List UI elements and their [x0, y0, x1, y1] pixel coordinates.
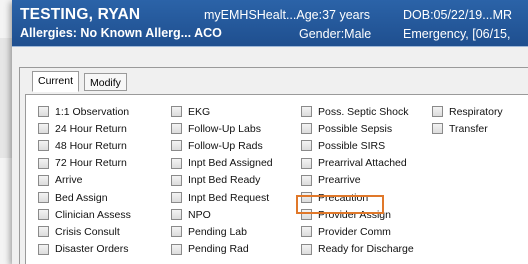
checkbox-label: Transfer: [449, 122, 488, 135]
checkbox-label: NPO: [188, 208, 211, 221]
checkbox-item-ekg[interactable]: EKG: [171, 104, 210, 119]
checkbox[interactable]: [38, 174, 49, 186]
checkbox-item-poss-septic-shock[interactable]: Poss. Septic Shock: [301, 104, 408, 119]
checkbox[interactable]: [171, 157, 182, 169]
checkbox-label: Pending Lab: [188, 225, 247, 238]
checkbox-item-24-hour-return[interactable]: 24 Hour Return: [38, 121, 127, 136]
checkbox-item-npo[interactable]: NPO: [171, 207, 211, 222]
tab-modify[interactable]: Modify: [84, 73, 127, 91]
checkbox-label: EKG: [188, 105, 211, 118]
checkbox[interactable]: [171, 106, 182, 117]
checkbox-item-pending-rad[interactable]: Pending Rad: [171, 242, 249, 257]
allergies-label[interactable]: Allergies: No Known Allerg... ACO: [20, 26, 222, 40]
dob-mrn-label: DOB:05/22/19...MR: [403, 8, 513, 22]
checkbox-item-inpt-bed-ready[interactable]: Inpt Bed Ready: [171, 173, 260, 188]
checkbox-item-disaster-orders[interactable]: Disaster Orders: [38, 242, 129, 257]
checkbox[interactable]: [432, 123, 443, 135]
checkbox[interactable]: [171, 123, 182, 135]
checkbox-item-possible-sirs[interactable]: Possible SIRS: [301, 138, 385, 153]
checkbox[interactable]: [301, 123, 312, 135]
checkbox-label: Follow-Up Rads: [188, 139, 263, 152]
checkbox-label: 1:1 Observation: [55, 105, 130, 118]
checkbox-label: Inpt Bed Request: [188, 191, 270, 204]
checkbox-label: 48 Hour Return: [55, 139, 127, 152]
checkbox-label: Clinician Assess: [55, 208, 131, 221]
checkbox-label: Possible SIRS: [318, 139, 386, 152]
checkbox-label: Ready for Discharge: [318, 243, 414, 256]
checkbox-label: 24 Hour Return: [55, 122, 127, 135]
checkbox-item-72-hour-return[interactable]: 72 Hour Return: [38, 156, 127, 171]
checkbox-label: Disaster Orders: [55, 243, 129, 256]
checkbox-item-transfer[interactable]: Transfer: [432, 121, 488, 136]
checkbox-label: Possible Sepsis: [318, 122, 393, 135]
checkbox[interactable]: [38, 140, 49, 152]
precaution-highlight-box: [296, 195, 384, 214]
tab-current[interactable]: Current: [32, 71, 80, 92]
checkbox-label: Prearrive: [318, 174, 361, 187]
checkbox[interactable]: [171, 209, 182, 221]
gender-label: Gender:Male: [299, 27, 372, 41]
checkbox-label: Arrive: [55, 174, 83, 187]
checkbox-label: Poss. Septic Shock: [318, 105, 409, 118]
checkbox[interactable]: [38, 226, 49, 238]
checkbox-label: 72 Hour Return: [55, 157, 127, 170]
checkbox-item-pending-lab[interactable]: Pending Lab: [171, 224, 247, 239]
checkbox[interactable]: [38, 209, 49, 221]
encounter-label: Emergency, [06/15,: [403, 27, 511, 41]
checkbox-label: Provider Comm: [318, 225, 391, 238]
checkbox-item-arrive[interactable]: Arrive: [38, 173, 82, 188]
checkbox-item-ready-for-discharge[interactable]: Ready for Discharge: [301, 242, 414, 257]
checkbox-label: Crisis Consult: [55, 225, 120, 238]
checkbox[interactable]: [301, 174, 312, 186]
checkbox-label: Inpt Bed Ready: [188, 174, 261, 187]
checkbox[interactable]: [171, 243, 182, 255]
checkbox[interactable]: [301, 157, 312, 169]
checkbox-item-possible-sepsis[interactable]: Possible Sepsis: [301, 121, 392, 136]
checkbox[interactable]: [301, 140, 312, 152]
checkbox[interactable]: [38, 243, 49, 255]
checkbox-label: Respiratory: [449, 105, 503, 118]
checkbox-item-provider-comm[interactable]: Provider Comm: [301, 224, 391, 239]
checkbox-label: Bed Assign: [55, 191, 108, 204]
checkbox-item-inpt-bed-assigned[interactable]: Inpt Bed Assigned: [171, 156, 273, 171]
patient-name[interactable]: TESTING, RYAN: [20, 6, 140, 24]
checkbox[interactable]: [38, 106, 49, 117]
checkbox[interactable]: [301, 226, 312, 238]
checkbox[interactable]: [171, 140, 182, 152]
checkbox[interactable]: [38, 192, 49, 203]
checkbox-item-follow-up-rads[interactable]: Follow-Up Rads: [171, 138, 263, 153]
checkbox-item-prearrival-attached[interactable]: Prearrival Attached: [301, 156, 407, 171]
checkbox-item-1-1-observation[interactable]: 1:1 Observation: [38, 104, 129, 119]
checkbox-item-inpt-bed-request[interactable]: Inpt Bed Request: [171, 190, 269, 205]
checkbox-label: Prearrival Attached: [318, 157, 407, 170]
checkbox[interactable]: [301, 106, 312, 117]
checkbox-item-48-hour-return[interactable]: 48 Hour Return: [38, 138, 127, 153]
checkbox[interactable]: [38, 157, 49, 169]
checkbox[interactable]: [432, 106, 443, 117]
checkbox-label: Follow-Up Labs: [188, 122, 261, 135]
checkbox-item-respiratory[interactable]: Respiratory: [432, 104, 503, 119]
checkbox-item-clinician-assess[interactable]: Clinician Assess: [38, 207, 131, 222]
patient-banner: TESTING, RYAN Allergies: No Known Allerg…: [12, 0, 528, 46]
checkbox[interactable]: [38, 123, 49, 135]
portal-age-label: myEMHSHealt...Age:37 years: [204, 8, 371, 22]
checkbox[interactable]: [171, 192, 182, 203]
checkbox-item-bed-assign[interactable]: Bed Assign: [38, 190, 108, 205]
checkbox-item-follow-up-labs[interactable]: Follow-Up Labs: [171, 121, 261, 136]
checkbox[interactable]: [171, 174, 182, 186]
checkbox-label: Pending Rad: [188, 243, 249, 256]
checkbox-item-crisis-consult[interactable]: Crisis Consult: [38, 224, 120, 239]
checkbox[interactable]: [171, 226, 182, 238]
checkbox[interactable]: [301, 243, 312, 255]
checkbox-label: Inpt Bed Assigned: [188, 157, 273, 170]
checkbox-item-prearrive[interactable]: Prearrive: [301, 173, 361, 188]
